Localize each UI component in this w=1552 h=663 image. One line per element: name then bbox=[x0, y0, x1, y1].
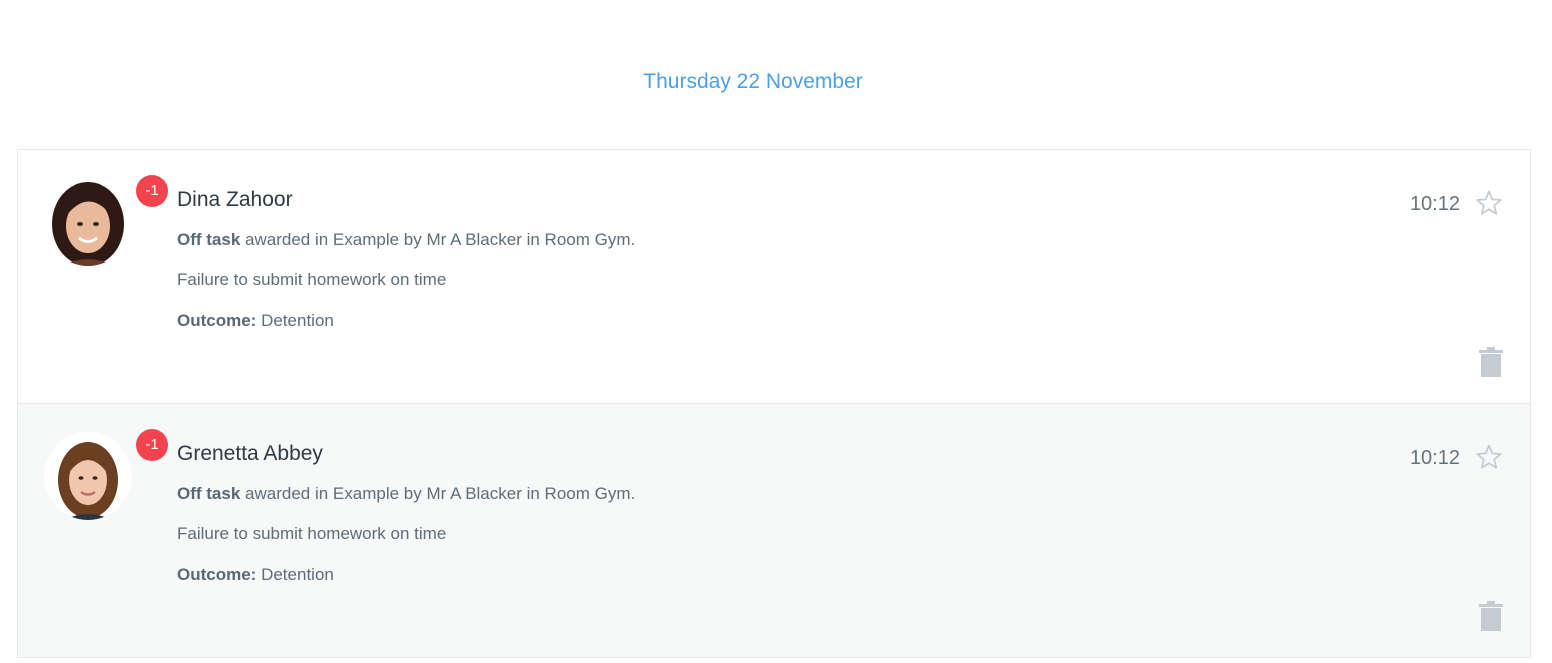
star-icon[interactable] bbox=[1474, 188, 1504, 218]
behaviour-summary: Off task awarded in Example by Mr A Blac… bbox=[177, 484, 635, 504]
behaviour-details: awarded in Example by Mr A Blacker in Ro… bbox=[245, 230, 636, 249]
avatar bbox=[44, 432, 132, 520]
points-badge: -1 bbox=[136, 175, 168, 207]
behaviour-note: Failure to submit homework on time bbox=[177, 524, 447, 543]
avatar bbox=[44, 178, 132, 266]
trash-icon[interactable] bbox=[1478, 346, 1504, 378]
entry-time: 10:12 bbox=[1409, 193, 1460, 215]
outcome: Outcome: Detention bbox=[177, 565, 334, 585]
feed-entry: -1 Dina Zahoor Off task awarded in Examp… bbox=[18, 150, 1530, 404]
behaviour-details: awarded in Example by Mr A Blacker in Ro… bbox=[245, 484, 636, 503]
entry-time: 10:12 bbox=[1409, 447, 1460, 469]
behaviour-note: Failure to submit homework on time bbox=[177, 270, 447, 289]
points-badge: -1 bbox=[136, 429, 168, 461]
behaviour-type: Off task bbox=[177, 484, 241, 503]
feed-entry: -1 Grenetta Abbey Off task awarded in Ex… bbox=[18, 404, 1530, 658]
trash-icon[interactable] bbox=[1478, 600, 1504, 632]
outcome-label: Outcome: bbox=[177, 565, 257, 584]
behaviour-summary: Off task awarded in Example by Mr A Blac… bbox=[177, 230, 635, 250]
outcome-value: Detention bbox=[261, 565, 334, 584]
outcome-label: Outcome: bbox=[177, 311, 257, 330]
outcome-value: Detention bbox=[261, 311, 334, 330]
student-name[interactable]: Dina Zahoor bbox=[177, 188, 293, 212]
outcome: Outcome: Detention bbox=[177, 311, 334, 331]
star-icon[interactable] bbox=[1474, 442, 1504, 472]
behaviour-type: Off task bbox=[177, 230, 241, 249]
behaviour-feed: -1 Dina Zahoor Off task awarded in Examp… bbox=[17, 149, 1531, 658]
student-name[interactable]: Grenetta Abbey bbox=[177, 442, 323, 466]
date-heading: Thursday 22 November bbox=[643, 70, 863, 93]
